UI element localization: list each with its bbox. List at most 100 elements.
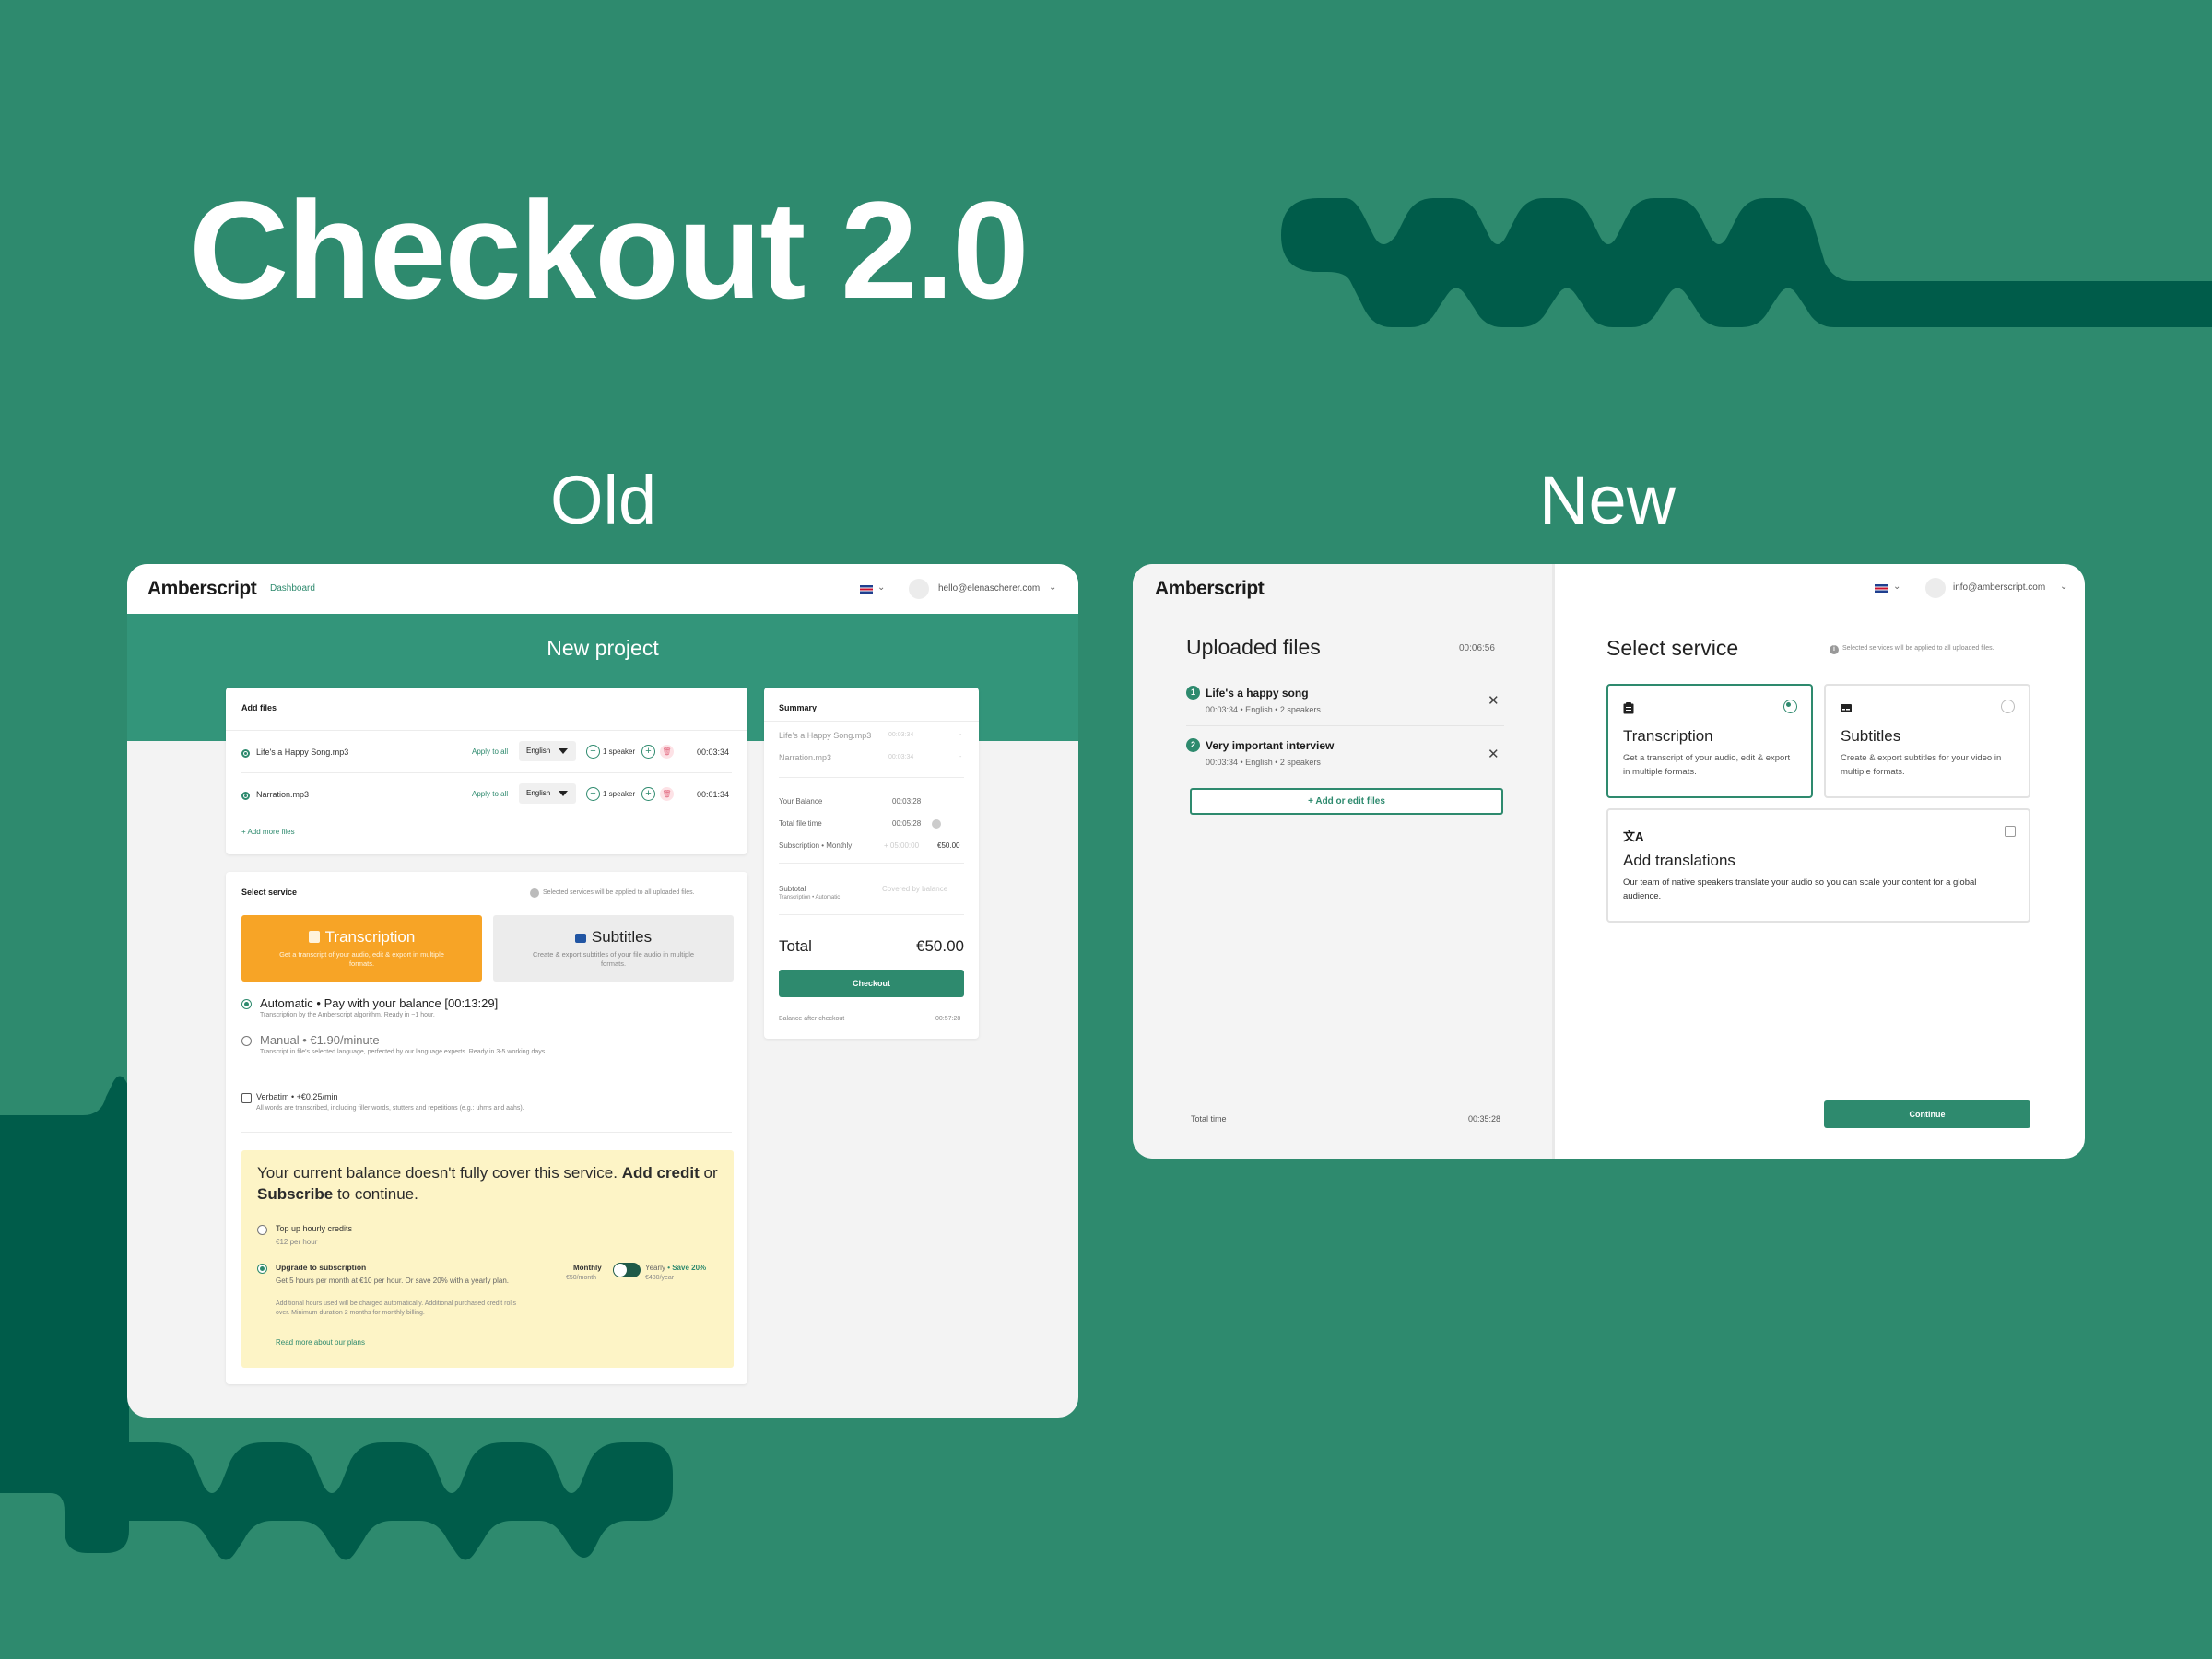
upgrade-desc: Get 5 hours per month at €10 per hour. O… [276,1277,510,1285]
transcription-service-tile[interactable]: Transcription Get a transcript of your a… [241,915,482,982]
transcription-radio[interactable] [1783,700,1797,713]
billing-period-toggle[interactable] [613,1263,641,1277]
language-select[interactable]: English [519,741,576,761]
transcription-service-card[interactable]: Transcription Get a transcript of your a… [1606,684,1813,798]
uk-flag-icon[interactable] [860,585,873,594]
add-credit-link[interactable]: Add credit [622,1164,700,1182]
subscribe-link[interactable]: Subscribe [257,1185,333,1203]
add-more-files-link[interactable]: + Add more files [241,828,295,836]
file-status-icon [241,749,250,758]
chevron-down-icon[interactable]: ⌄ [877,582,885,593]
avatar[interactable] [909,579,929,599]
info-icon [932,819,941,829]
add-translations-card[interactable]: 文A Add translations Our team of native s… [1606,808,2030,923]
read-more-plans-link[interactable]: Read more about our plans [276,1338,365,1347]
amberscript-logo[interactable]: Amberscript [147,578,257,600]
file-status-icon [241,792,250,800]
subscription-label: Subscription • Monthly [779,841,853,850]
chevron-down-icon[interactable]: ⌄ [1893,582,1900,592]
divider [764,721,979,722]
total-time-value: 00:35:28 [1468,1114,1501,1124]
add-files-title: Add files [241,703,277,712]
translations-desc: Our team of native speakers translate yo… [1623,877,1977,901]
speakers-count: 1 speaker [603,747,636,756]
amberscript-logo[interactable]: Amberscript [1155,578,1265,600]
caret-down-icon [559,791,568,796]
summary-file-price: - [959,732,962,738]
verbatim-option-title: Verbatim • +€0.25/min [256,1092,338,1101]
clipboard-icon [308,931,320,943]
subtotal-label: Subtotal [779,885,806,893]
manual-option-desc: Transcript in file's selected language, … [260,1049,547,1055]
info-icon [530,888,539,898]
top-navbar: Amberscript Dashboard ⌄ hello@elenascher… [127,564,1078,614]
automatic-option-desc: Transcription by the Amberscript algorit… [260,1012,435,1018]
subtitles-label: Subtitles [1841,727,1901,745]
language-select[interactable]: English [519,783,576,804]
manual-radio[interactable] [241,1036,252,1046]
avatar[interactable] [1925,578,1946,598]
subtitles-desc: Create & export subtitles of your file a… [532,950,695,968]
file-duration: 00:01:34 [697,790,730,799]
nav-dashboard-link[interactable]: Dashboard [270,583,315,594]
subtitles-service-tile[interactable]: Subtitles Create & export subtitles of y… [493,915,734,982]
old-checkout-screen: Amberscript Dashboard ⌄ hello@elenascher… [127,564,1078,1418]
close-icon[interactable]: ✕ [1488,692,1500,709]
page-title: New project [547,636,659,660]
info-icon: i [1830,645,1839,654]
file-name: Life's a happy song [1206,687,1309,700]
delete-file-icon[interactable]: 🗑 [660,787,674,801]
chevron-down-icon[interactable]: ⌄ [1049,582,1056,593]
service-note: Selected services will be applied to all… [543,889,695,896]
decrease-speakers-button[interactable]: − [586,787,600,801]
chevron-down-icon[interactable]: ⌄ [2060,582,2067,592]
apply-to-all-link[interactable]: Apply to all [472,747,508,756]
hero-title: Checkout 2.0 [189,172,1030,327]
divider [779,914,964,915]
upgrade-title: Upgrade to subscription [276,1263,367,1272]
increase-speakers-button[interactable]: + [641,745,655,759]
translations-checkbox[interactable] [2005,826,2016,837]
apply-to-all-link[interactable]: Apply to all [472,790,508,798]
continue-button[interactable]: Continue [1824,1100,2030,1128]
select-service-title: Select service [241,888,298,897]
summary-file-time: 00:03:34 [888,754,914,760]
file-time-value: 00:05:28 [892,819,922,828]
uk-flag-icon[interactable] [1875,584,1888,593]
balance-notice: Your current balance doesn't fully cover… [241,1150,734,1368]
upgrade-radio[interactable] [257,1264,267,1274]
summary-file-name: Life's a Happy Song.mp3 [779,731,872,740]
decrease-speakers-button[interactable]: − [586,745,600,759]
divider [779,863,964,864]
close-icon[interactable]: ✕ [1488,746,1500,762]
total-label: Total [779,937,812,955]
delete-file-icon[interactable]: 🗑 [660,745,674,759]
yearly-label: Yearly • Save 20% [645,1264,707,1272]
yearly-price: €480/year [645,1275,675,1281]
account-email[interactable]: hello@elenascherer.com [938,583,1040,594]
add-files-card: Add files Life's a Happy Song.mp3 Apply … [226,688,747,854]
monthly-price: €50/month [566,1275,597,1281]
increase-speakers-button[interactable]: + [641,787,655,801]
uploaded-files-total: 00:06:56 [1459,643,1495,653]
summary-title: Summary [779,703,818,712]
checkout-button[interactable]: Checkout [779,970,964,997]
add-or-edit-files-button[interactable]: + Add or edit files [1190,788,1503,815]
verbatim-checkbox[interactable] [241,1093,252,1103]
file-meta: 00:03:34 • English • 2 speakers [1206,705,1321,714]
file-number-badge: 2 [1186,738,1200,752]
subtitles-radio[interactable] [2001,700,2015,713]
top-up-radio[interactable] [257,1225,267,1235]
top-up-price: €12 per hour [276,1238,318,1246]
subtitles-service-card[interactable]: Subtitles Create & export subtitles for … [1824,684,2030,798]
balance-notice-text: Your current balance doesn't fully cover… [257,1164,718,1203]
select-service-title: Select service [1606,636,1739,660]
account-email[interactable]: info@amberscript.com [1953,582,2045,593]
monthly-label: Monthly [573,1264,602,1272]
transcription-label: Transcription [1623,727,1713,745]
summary-file-name: Narration.mp3 [779,753,832,762]
automatic-radio[interactable] [241,999,252,1009]
uploaded-files-title: Uploaded files [1186,635,1321,659]
automatic-option-title: Automatic • Pay with your balance [00:13… [260,996,499,1010]
caret-down-icon [559,748,568,754]
